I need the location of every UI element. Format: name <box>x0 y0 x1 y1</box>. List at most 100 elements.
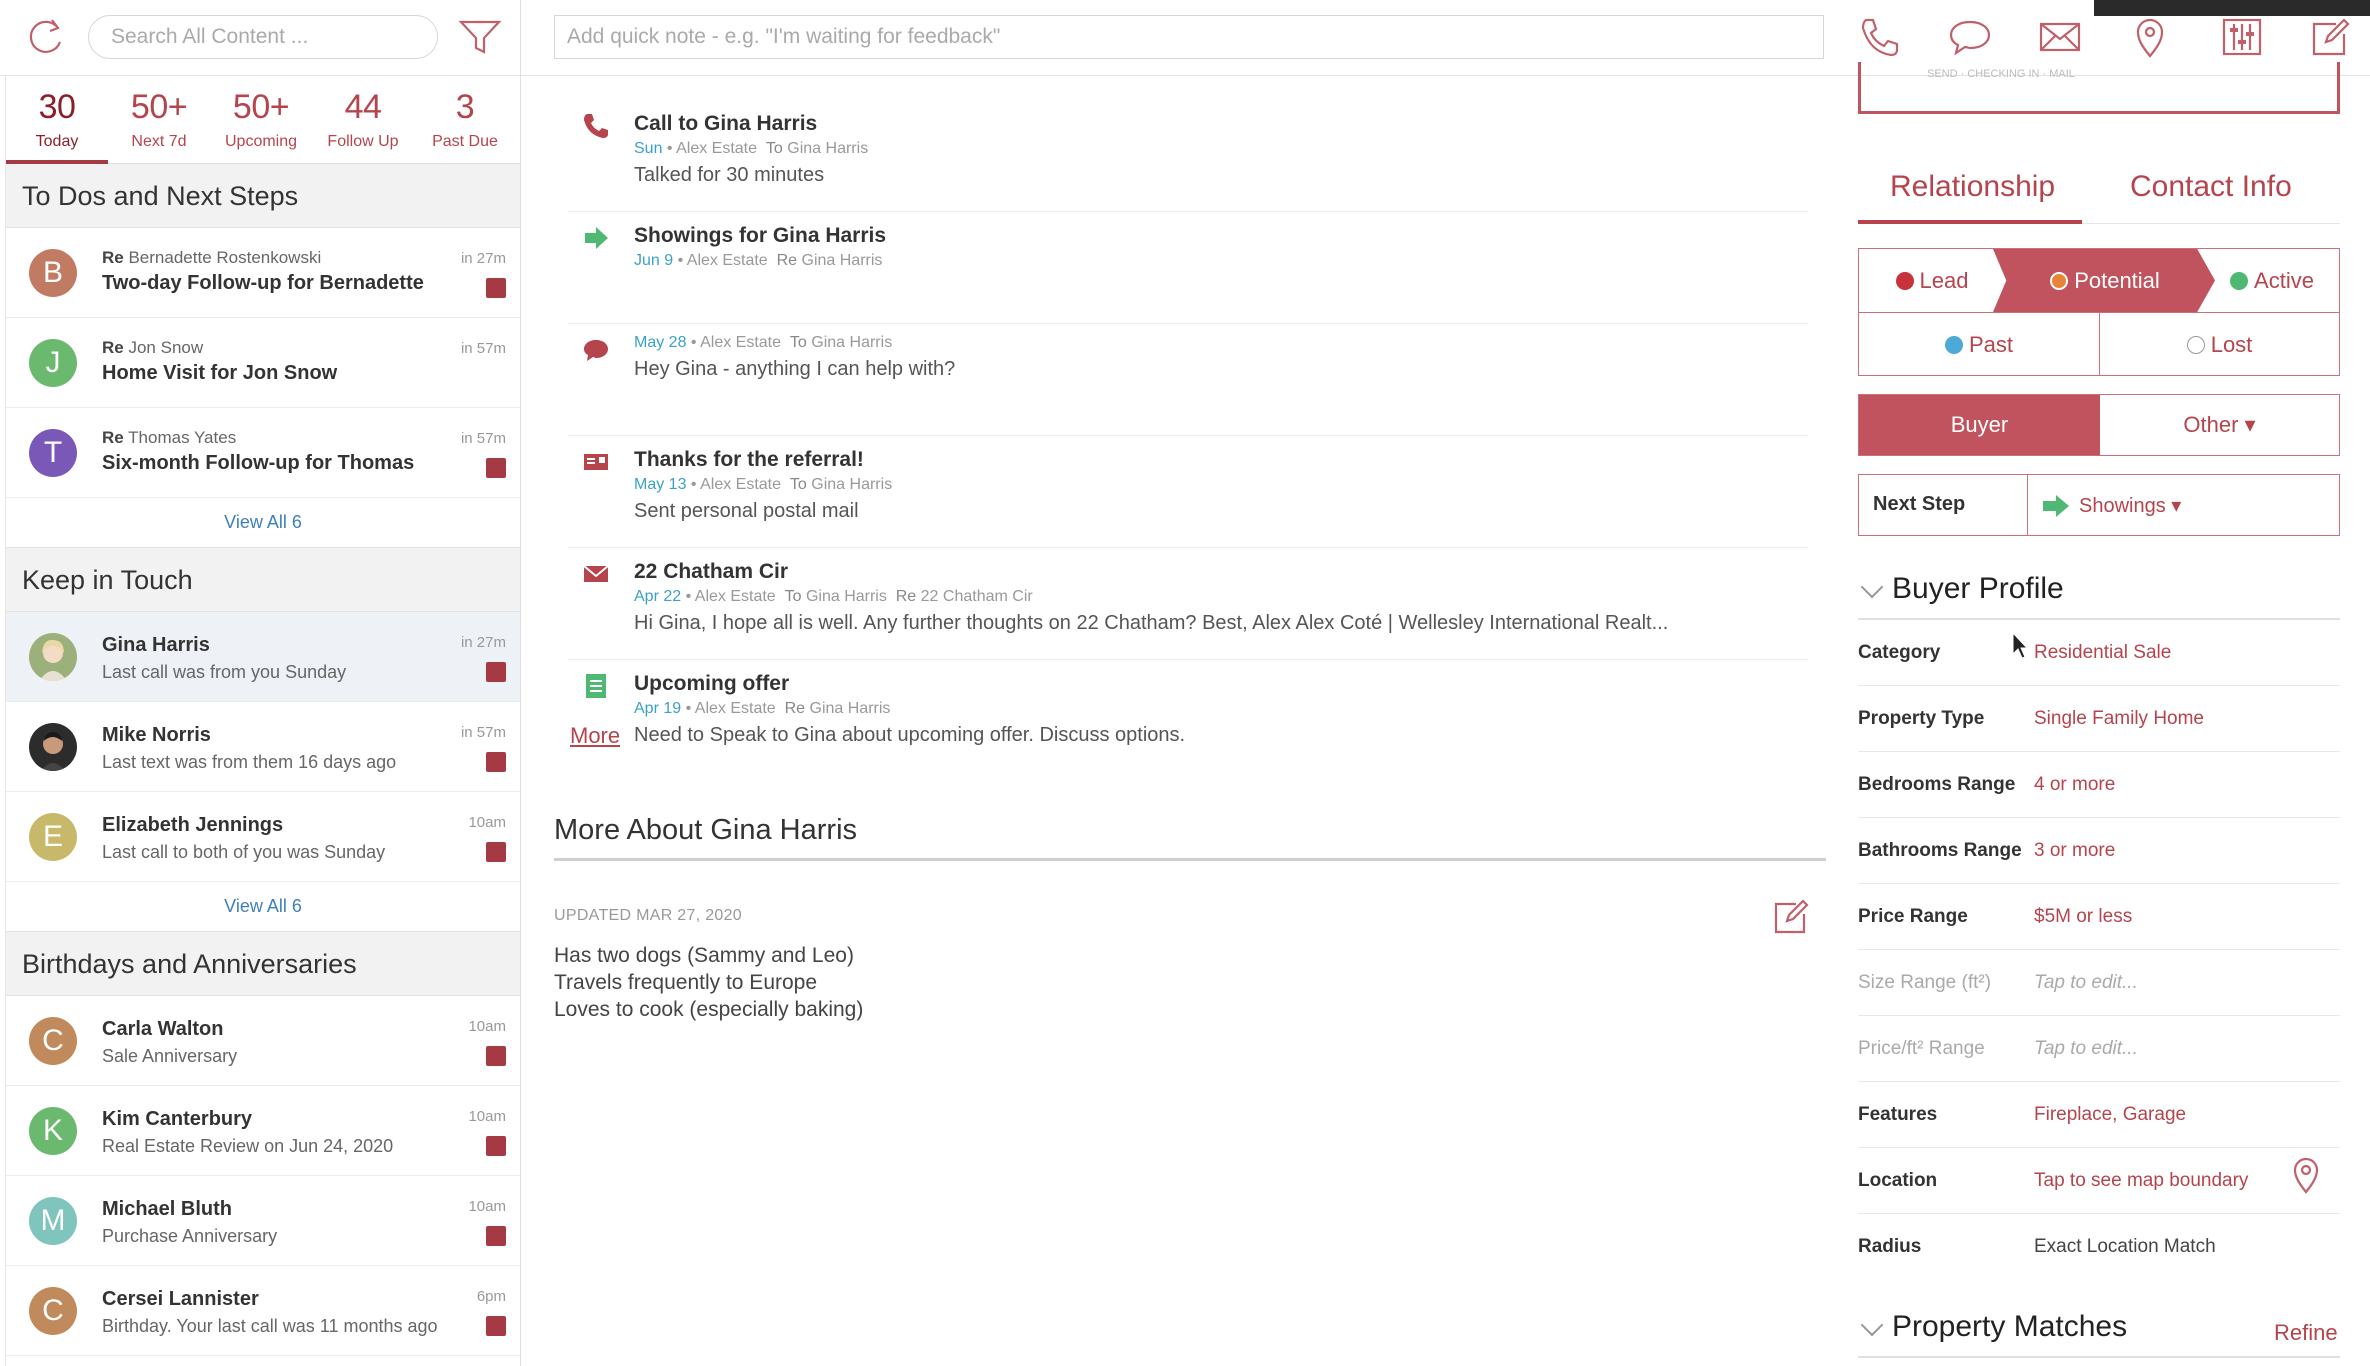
other-dropdown[interactable]: Other ▾ <box>2100 395 2339 455</box>
tab-contact-info[interactable]: Contact Info <box>2130 170 2292 204</box>
open-arrow-icon[interactable] <box>486 842 506 862</box>
timeline-item-postal[interactable]: Thanks for the referral! May 13 • Alex E… <box>568 436 1808 548</box>
open-arrow-icon[interactable] <box>486 1046 506 1066</box>
profile-key: Location <box>1858 1170 1938 1191</box>
chat-icon[interactable] <box>1946 14 1994 60</box>
todo-time: in 57m <box>460 340 506 357</box>
stage-active[interactable]: Active <box>2205 249 2339 312</box>
stage-lead[interactable]: Lead <box>1859 249 2005 312</box>
open-arrow-icon[interactable] <box>486 1316 506 1336</box>
timeline-item-text[interactable]: May 28 • Alex Estate To Gina Harris Hey … <box>568 324 1808 436</box>
search-input[interactable] <box>88 15 438 59</box>
contact-note: Last text was from them 16 days ago <box>102 752 397 772</box>
stage-label: Lead <box>1919 268 1969 293</box>
timeline-agent: Alex Estate <box>700 476 782 493</box>
stage-label: Active <box>2254 268 2314 293</box>
quick-note-input[interactable] <box>554 15 1824 59</box>
todo-item[interactable]: B Re Bernadette Rostenkowski Two-day Fol… <box>6 228 520 318</box>
more-timeline-link[interactable]: More <box>570 723 620 749</box>
stat-number: 3 <box>455 88 475 126</box>
profile-row-price[interactable]: Price Range $5M or less <box>1858 884 2340 950</box>
profile-row-radius[interactable]: Radius Exact Location Match <box>1858 1214 2340 1280</box>
profile-key: Radius <box>1858 1236 1922 1257</box>
stage-potential[interactable]: Potential <box>2005 249 2205 312</box>
chat-bubble-icon <box>584 340 608 361</box>
contact-item[interactable]: Gina Harris Last call was from you Sunda… <box>6 612 520 702</box>
property-matches-heading[interactable]: Property Matches <box>1858 1310 2127 1344</box>
profile-row-bedrooms[interactable]: Bedrooms Range 4 or more <box>1858 752 2340 818</box>
stat-label: Past Due <box>432 133 498 150</box>
profile-value[interactable]: Exact Location Match <box>2034 1236 2216 1258</box>
timeline-item-note[interactable]: Upcoming offer Apr 19 • Alex Estate Re G… <box>568 660 1808 772</box>
contact-notes[interactable]: Has two dogs (Sammy and Leo) Travels fre… <box>554 942 863 1023</box>
refresh-icon[interactable] <box>22 14 68 60</box>
stat-upcoming[interactable]: 50+ Upcoming <box>210 76 312 163</box>
todo-item[interactable]: J Re Jon Snow Home Visit for Jon Snow in… <box>6 318 520 408</box>
todo-item[interactable]: T Re Thomas Yates Six-month Follow-up fo… <box>6 408 520 498</box>
buyer-button[interactable]: Buyer <box>1859 395 2100 455</box>
timeline-meta: Sun • Alex Estate To Gina Harris <box>634 140 868 158</box>
edit-icon[interactable] <box>1772 896 1812 936</box>
timeline-meta: Apr 22 • Alex Estate To Gina Harris Re 2… <box>634 588 1033 606</box>
stat-number: 50+ <box>232 88 290 126</box>
profile-value[interactable]: Tap to edit... <box>2034 972 2138 994</box>
event-item[interactable]: K Kim Canterbury Real Estate Review on J… <box>6 1086 520 1176</box>
timeline-rel: Gina Harris <box>811 476 893 493</box>
potential-dot-icon <box>2050 272 2069 290</box>
profile-value[interactable]: Fireplace, Garage <box>2034 1104 2186 1126</box>
mail-icon[interactable] <box>2036 14 2084 60</box>
profile-value[interactable]: Single Family Home <box>2034 708 2204 730</box>
stat-number: 44 <box>344 88 382 126</box>
next-step-dropdown[interactable]: Showings ▾ <box>2079 493 2181 518</box>
filter-icon[interactable] <box>455 14 505 60</box>
profile-value[interactable]: 4 or more <box>2034 774 2115 796</box>
compose-icon[interactable] <box>2306 14 2354 60</box>
open-arrow-icon[interactable] <box>486 1136 506 1156</box>
view-all-keep-link[interactable]: View All 6 <box>6 882 520 932</box>
stage-lost[interactable]: Lost <box>2100 313 2339 376</box>
profile-value[interactable]: $5M or less <box>2034 906 2132 928</box>
contact-item[interactable]: E Elizabeth Jennings Last call to both o… <box>6 792 520 882</box>
stat-follow-up[interactable]: 44 Follow Up <box>312 76 414 163</box>
profile-row-size[interactable]: Size Range (ft²) Tap to edit... <box>1858 950 2340 1016</box>
open-arrow-icon[interactable] <box>486 278 506 298</box>
open-arrow-icon[interactable] <box>486 662 506 682</box>
profile-row-bathrooms[interactable]: Bathrooms Range 3 or more <box>1858 818 2340 884</box>
profile-row-price-per-ft[interactable]: Price/ft² Range Tap to edit... <box>1858 1016 2340 1082</box>
view-all-todos-link[interactable]: View All 6 <box>6 498 520 548</box>
open-arrow-icon[interactable] <box>486 1226 506 1246</box>
profile-row-features[interactable]: Features Fireplace, Garage <box>1858 1082 2340 1148</box>
stage-past[interactable]: Past <box>1859 313 2099 376</box>
top-action-card[interactable]: SEND · CHECKING IN · MAIL <box>1858 62 2340 114</box>
open-arrow-icon[interactable] <box>486 752 506 772</box>
open-arrow-icon[interactable] <box>486 458 506 478</box>
profile-row-property-type[interactable]: Property Type Single Family Home <box>1858 686 2340 752</box>
event-item[interactable]: C Carla Walton Sale Anniversary 10am <box>6 996 520 1086</box>
profile-value[interactable]: 3 or more <box>2034 840 2115 862</box>
contact-item[interactable]: Mike Norris Last text was from them 16 d… <box>6 702 520 792</box>
profile-row-category[interactable]: Category Residential Sale <box>1858 620 2340 686</box>
event-item[interactable]: C Cersei Lannister Birthday. Your last c… <box>6 1266 520 1356</box>
timeline-title: Showings for Gina Harris <box>634 224 887 247</box>
buyer-profile-heading[interactable]: Buyer Profile <box>1858 572 2064 606</box>
refine-link[interactable]: Refine <box>2274 1320 2338 1346</box>
timeline-item-call[interactable]: Call to Gina Harris Sun • Alex Estate To… <box>568 100 1808 212</box>
map-pin-icon[interactable] <box>2290 1155 2322 1195</box>
map-pin-icon[interactable] <box>2126 14 2174 60</box>
profile-row-location[interactable]: Location Tap to see map boundary <box>1858 1148 2340 1214</box>
timeline-date: May 13 <box>634 476 687 493</box>
stat-next-7d[interactable]: 50+ Next 7d <box>108 76 210 163</box>
profile-value[interactable]: Tap to edit... <box>2034 1038 2138 1060</box>
phone-icon <box>584 114 608 138</box>
stat-today[interactable]: 30 Today <box>6 76 108 163</box>
phone-icon[interactable] <box>1856 14 1904 60</box>
event-item[interactable]: M Michael Bluth Purchase Anniversary 10a… <box>6 1176 520 1266</box>
timeline-item-email[interactable]: 22 Chatham Cir Apr 22 • Alex Estate To G… <box>568 548 1808 660</box>
profile-value[interactable]: Residential Sale <box>2034 642 2171 664</box>
sliders-icon[interactable] <box>2218 14 2266 60</box>
timeline-item-showing[interactable]: Showings for Gina Harris Jun 9 • Alex Es… <box>568 212 1808 324</box>
contact-time: in 57m <box>460 724 506 741</box>
stat-past-due[interactable]: 3 Past Due <box>414 76 516 163</box>
tab-relationship[interactable]: Relationship <box>1890 170 2055 204</box>
profile-value[interactable]: Tap to see map boundary <box>2034 1170 2248 1192</box>
